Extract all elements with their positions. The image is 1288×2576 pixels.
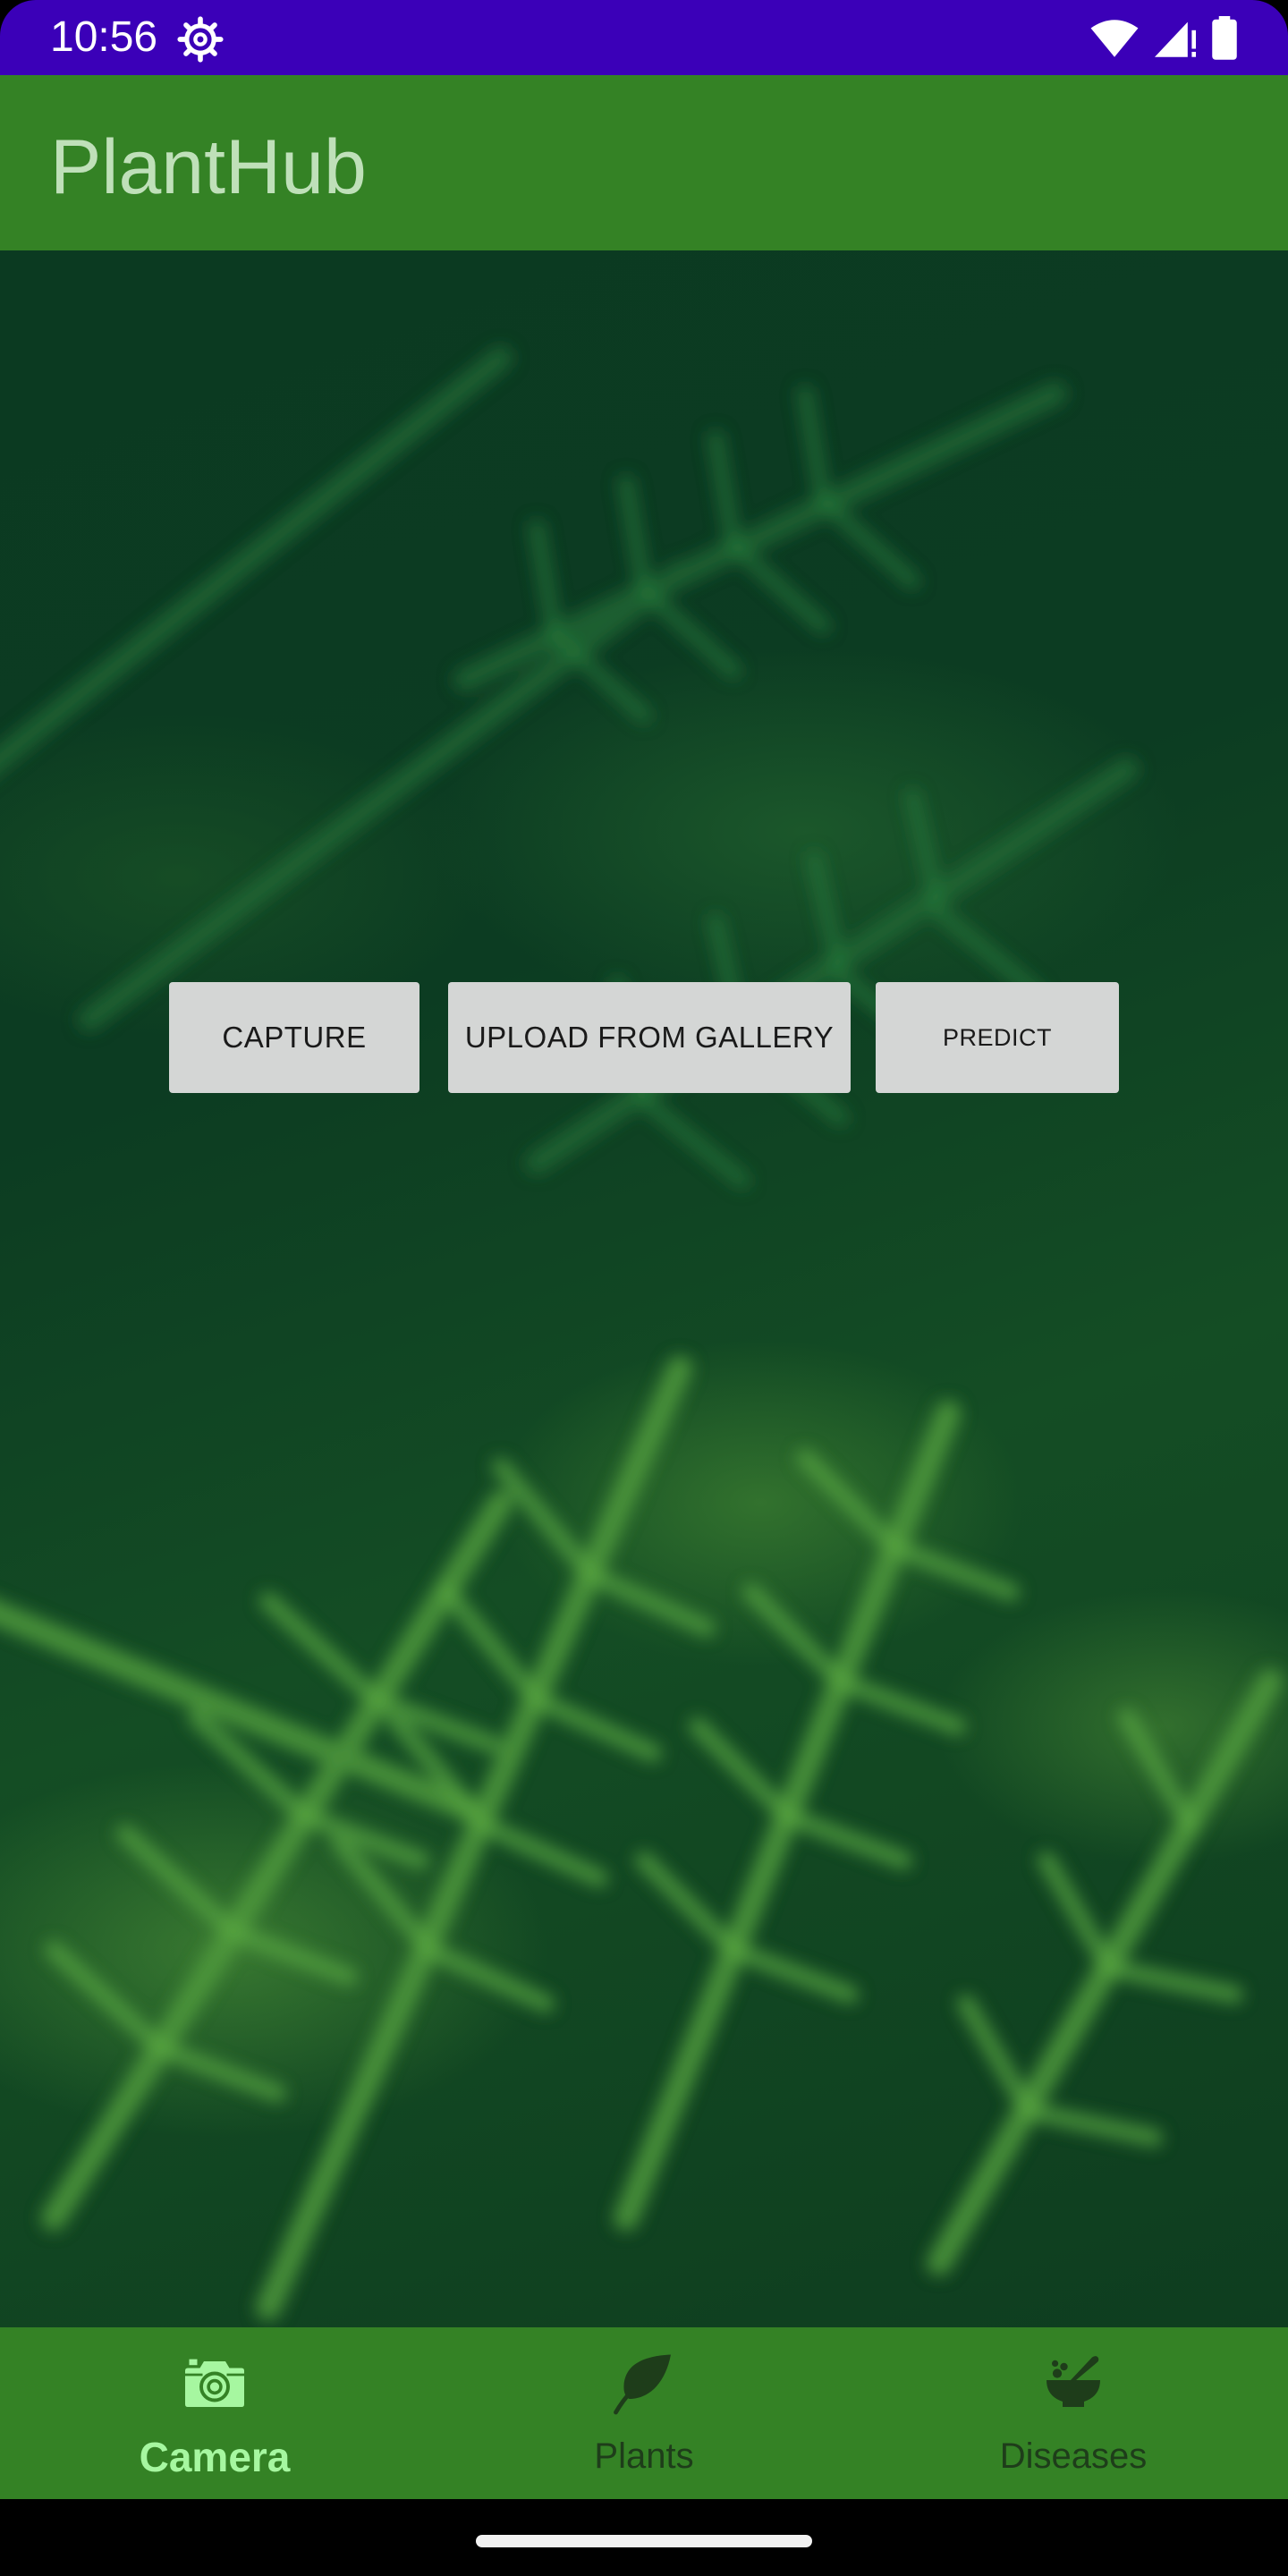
- wifi-icon: [1090, 20, 1139, 57]
- status-bar: 10:56: [0, 0, 1288, 75]
- mortar-pestle-icon: [1046, 2356, 1100, 2407]
- nav-label-camera: Camera: [139, 2434, 291, 2480]
- predict-button[interactable]: PREDICT: [876, 982, 1119, 1093]
- nav-label-diseases: Diseases: [999, 2436, 1148, 2476]
- nav-label-plants: Plants: [594, 2436, 694, 2476]
- home-gesture-handle[interactable]: [476, 2535, 812, 2547]
- fern-background-image: [0, 346, 1283, 2320]
- status-time: 10:56: [50, 13, 158, 61]
- main-content: CAPTURE UPLOAD FROM GALLERY PREDICT: [0, 250, 1288, 2327]
- app-title: PlantHub: [50, 124, 367, 210]
- app-bar: PlantHub: [0, 75, 1288, 250]
- leaf-icon: [614, 2354, 671, 2415]
- nav-item-camera[interactable]: Camera: [54, 2327, 376, 2499]
- camera-icon: [185, 2359, 244, 2407]
- status-icons: [1089, 16, 1238, 61]
- bottom-navigation: Camera Plants Diseases: [0, 2327, 1288, 2499]
- gesture-navigation-bar: [0, 2499, 1288, 2576]
- capture-button[interactable]: CAPTURE: [169, 982, 419, 1093]
- nav-item-plants[interactable]: Plants: [483, 2327, 805, 2499]
- battery-icon: [1212, 16, 1237, 60]
- nav-item-diseases[interactable]: Diseases: [912, 2327, 1234, 2499]
- settings-gear-icon: [177, 16, 224, 63]
- cell-signal-icon: [1155, 21, 1196, 57]
- upload-from-gallery-button[interactable]: UPLOAD FROM GALLERY: [448, 982, 851, 1093]
